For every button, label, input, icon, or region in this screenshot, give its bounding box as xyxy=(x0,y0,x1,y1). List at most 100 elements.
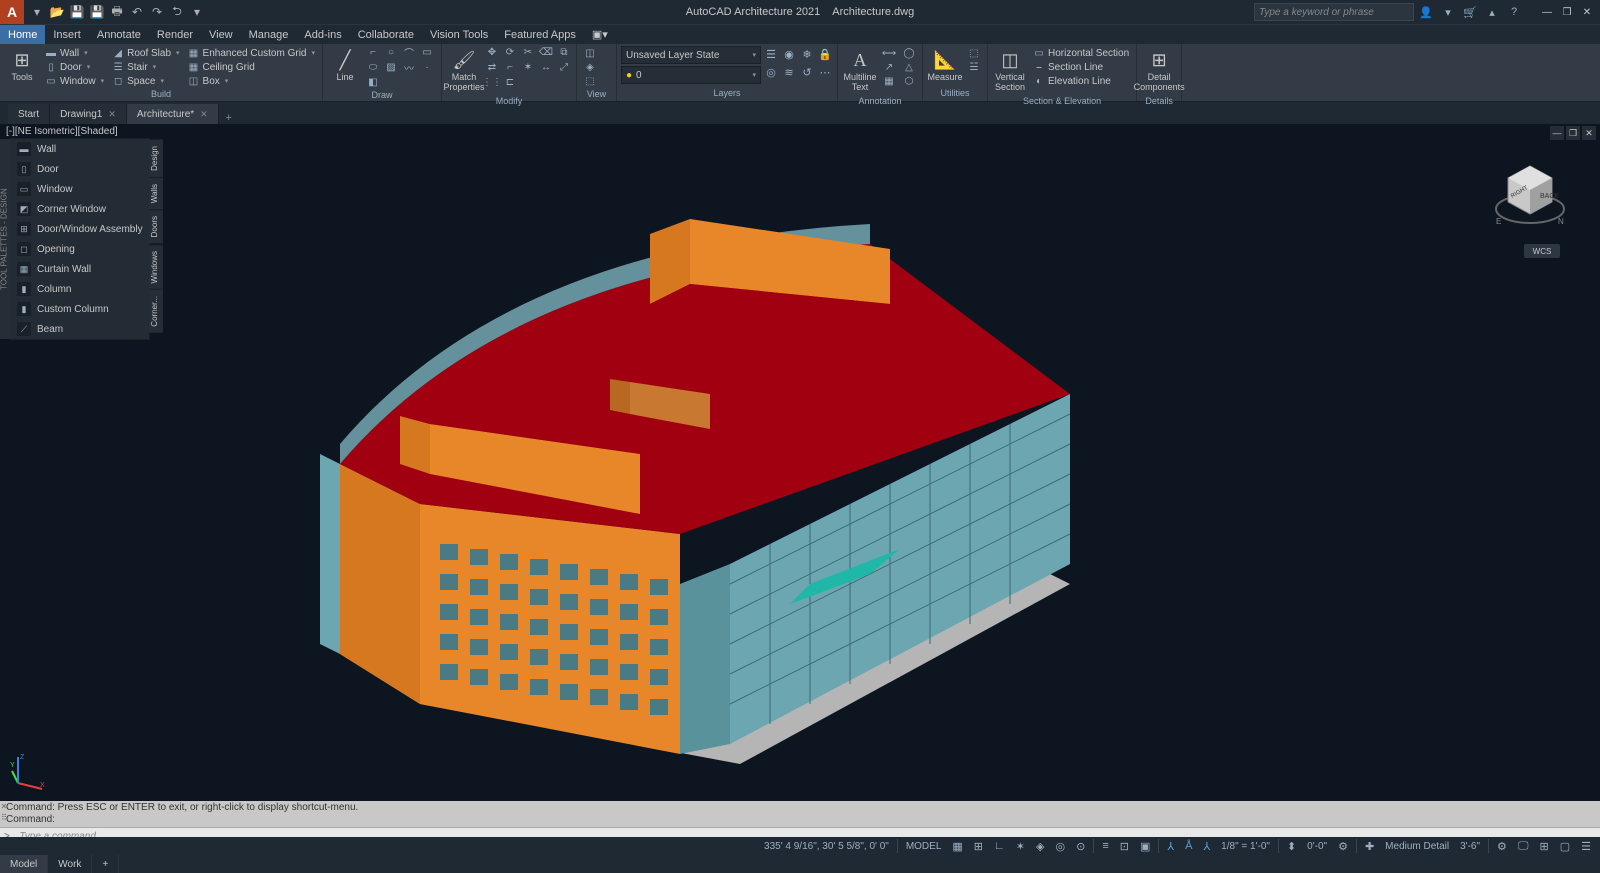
palette-tab-corner[interactable]: Corner... xyxy=(149,289,163,333)
status-3dosnap-icon[interactable]: ⊙ xyxy=(1071,838,1090,854)
status-detail[interactable]: Medium Detail xyxy=(1380,838,1454,854)
status-elev-icon[interactable]: ⬍ xyxy=(1282,838,1301,854)
space-button[interactable]: ◻Space▾ xyxy=(109,74,182,88)
window-button[interactable]: ▭Window▾ xyxy=(42,74,107,88)
elevation-line-button[interactable]: ◐Elevation Line xyxy=(1030,74,1132,88)
palette-tab-walls[interactable]: Walls xyxy=(149,177,163,209)
doc-tab-architecture[interactable]: Architecture*✕ xyxy=(127,104,219,124)
detail-comp-button[interactable]: ⊞Detail Components xyxy=(1141,46,1177,95)
palette-column[interactable]: ▮Column xyxy=(11,279,149,299)
status-surface-icon[interactable]: ✚ xyxy=(1360,838,1379,854)
current-layer-dropdown[interactable]: ●0▾ xyxy=(621,66,761,84)
ceiling-grid-button[interactable]: ▦Ceiling Grid xyxy=(185,60,318,74)
layer-props-icon[interactable]: ☰ xyxy=(763,46,779,62)
spline-icon[interactable]: 〰 xyxy=(401,61,417,74)
layer-freeze-icon[interactable]: ❄ xyxy=(799,46,815,62)
status-hw-icon[interactable]: ⊞ xyxy=(1535,838,1554,854)
menu-overflow-icon[interactable]: ▣▾ xyxy=(584,25,616,44)
a360-icon[interactable]: ▴ xyxy=(1482,2,1502,22)
menu-view[interactable]: View xyxy=(201,25,241,44)
status-elev[interactable]: 0'-0" xyxy=(1302,838,1332,854)
doc-tab-start[interactable]: Start xyxy=(8,104,50,124)
status-cut[interactable]: 3'-6" xyxy=(1455,838,1485,854)
add-tab-button[interactable]: + xyxy=(219,112,239,124)
view-3d-icon[interactable]: ⬚ xyxy=(581,74,599,88)
status-lwt-icon[interactable]: ≡ xyxy=(1097,838,1113,854)
region-icon[interactable]: ◧ xyxy=(365,76,381,89)
status-ortho-icon[interactable]: ∟ xyxy=(989,838,1010,854)
menu-render[interactable]: Render xyxy=(149,25,201,44)
copy-icon[interactable]: ⧉ xyxy=(556,46,572,59)
polyline-icon[interactable]: ⌐ xyxy=(365,46,381,59)
enhanced-grid-button[interactable]: ▦Enhanced Custom Grid▾ xyxy=(185,46,318,60)
status-gear-icon[interactable]: ⚙ xyxy=(1333,838,1353,854)
status-coords[interactable]: 335' 4 9/16", 30' 5 5/8", 0' 0" xyxy=(759,838,894,854)
trim-icon[interactable]: ✂ xyxy=(520,46,536,59)
menu-insert[interactable]: Insert xyxy=(45,25,89,44)
palette-wall[interactable]: ▬Wall xyxy=(11,139,149,159)
menu-manage[interactable]: Manage xyxy=(241,25,297,44)
status-anno3-icon[interactable]: ⅄ xyxy=(1198,838,1215,854)
array-icon[interactable]: ⋮⋮ xyxy=(484,76,500,89)
status-snap-icon[interactable]: ⊞ xyxy=(969,838,988,854)
doc-tab-drawing1[interactable]: Drawing1✕ xyxy=(50,104,127,124)
tool-palette[interactable]: TOOL PALETTES - DESIGN Design Walls Door… xyxy=(10,138,150,340)
close-icon[interactable]: ✕ xyxy=(108,109,116,120)
help-icon[interactable]: ? xyxy=(1504,2,1524,22)
fillet-icon[interactable]: ⌐ xyxy=(502,61,518,74)
qat-new-icon[interactable]: ▾ xyxy=(28,3,46,21)
circle-icon[interactable]: ○ xyxy=(383,46,399,59)
palette-window[interactable]: ▭Window xyxy=(11,179,149,199)
qat-redo-icon[interactable]: ↷ xyxy=(148,3,166,21)
close-icon[interactable]: ✕ xyxy=(200,109,208,120)
dim-leader-icon[interactable]: ↗ xyxy=(880,60,898,74)
palette-door[interactable]: ▯Door xyxy=(11,159,149,179)
palette-tab-design[interactable]: Design xyxy=(149,139,163,177)
tools-button[interactable]: ⊞ Tools xyxy=(4,46,40,85)
menu-collaborate[interactable]: Collaborate xyxy=(350,25,422,44)
point-icon[interactable]: · xyxy=(419,61,435,74)
add-layout-button[interactable]: + xyxy=(92,855,119,873)
status-iso-icon[interactable]: ◈ xyxy=(1031,838,1049,854)
status-grid-icon[interactable]: ▦ xyxy=(947,838,967,854)
vertical-section-button[interactable]: ◫Vertical Section xyxy=(992,46,1028,95)
status-scale[interactable]: 1/8" = 1'-0" xyxy=(1216,838,1275,854)
erase-icon[interactable]: ⌫ xyxy=(538,46,554,59)
close-button[interactable]: ✕ xyxy=(1578,3,1596,21)
viewcube[interactable]: BACK RIGHT N E xyxy=(1490,154,1570,234)
qat-open-icon[interactable]: 📂 xyxy=(48,3,66,21)
layer-prev-icon[interactable]: ↺ xyxy=(799,64,815,80)
layout-tab-work[interactable]: Work xyxy=(48,855,92,873)
layer-iso-icon[interactable]: ◎ xyxy=(763,64,779,80)
autodesk-app-icon[interactable]: ▾ xyxy=(1438,2,1458,22)
roof-slab-button[interactable]: ◢Roof Slab▾ xyxy=(109,46,182,60)
qat-save-icon[interactable]: 💾 xyxy=(68,3,86,21)
dim-linear-icon[interactable]: ⟷ xyxy=(880,46,898,60)
status-model[interactable]: MODEL xyxy=(901,838,947,854)
layer-lock-icon[interactable]: 🔒 xyxy=(817,46,833,62)
match-props-button[interactable]: 🖌Match Properties xyxy=(446,46,482,95)
scale-icon[interactable]: ⤢ xyxy=(556,61,572,74)
arc-icon[interactable]: ⌒ xyxy=(401,46,417,59)
status-monitor-icon[interactable]: 🖵 xyxy=(1513,838,1534,854)
minimize-button[interactable]: — xyxy=(1538,3,1556,21)
status-tpy-icon[interactable]: ⊡ xyxy=(1115,838,1134,854)
offset-icon[interactable]: ⊏ xyxy=(502,76,518,89)
signin-icon[interactable]: 👤 xyxy=(1416,2,1436,22)
layer-off-icon[interactable]: ◉ xyxy=(781,46,797,62)
cmd-close-icon[interactable]: ✕ xyxy=(0,801,10,812)
palette-opening[interactable]: ◻Opening xyxy=(11,239,149,259)
explode-icon[interactable]: ✶ xyxy=(520,61,536,74)
mtext-button[interactable]: AMultiline Text xyxy=(842,46,878,95)
app-logo[interactable]: A xyxy=(0,0,24,24)
status-polar-icon[interactable]: ✶ xyxy=(1011,838,1030,854)
qat-plot-icon[interactable]: 🖶 xyxy=(108,3,126,21)
move-icon[interactable]: ✥ xyxy=(484,46,500,59)
status-osnap-icon[interactable]: ◎ xyxy=(1050,838,1070,854)
box-button[interactable]: ◫Box▾ xyxy=(185,74,318,88)
menu-featured-apps[interactable]: Featured Apps xyxy=(496,25,584,44)
qselect-icon[interactable]: ☱ xyxy=(965,60,983,74)
vp-maximize-icon[interactable]: ❐ xyxy=(1566,126,1580,140)
dim-table-icon[interactable]: ▦ xyxy=(880,74,898,88)
cart-icon[interactable]: 🛒 xyxy=(1460,2,1480,22)
